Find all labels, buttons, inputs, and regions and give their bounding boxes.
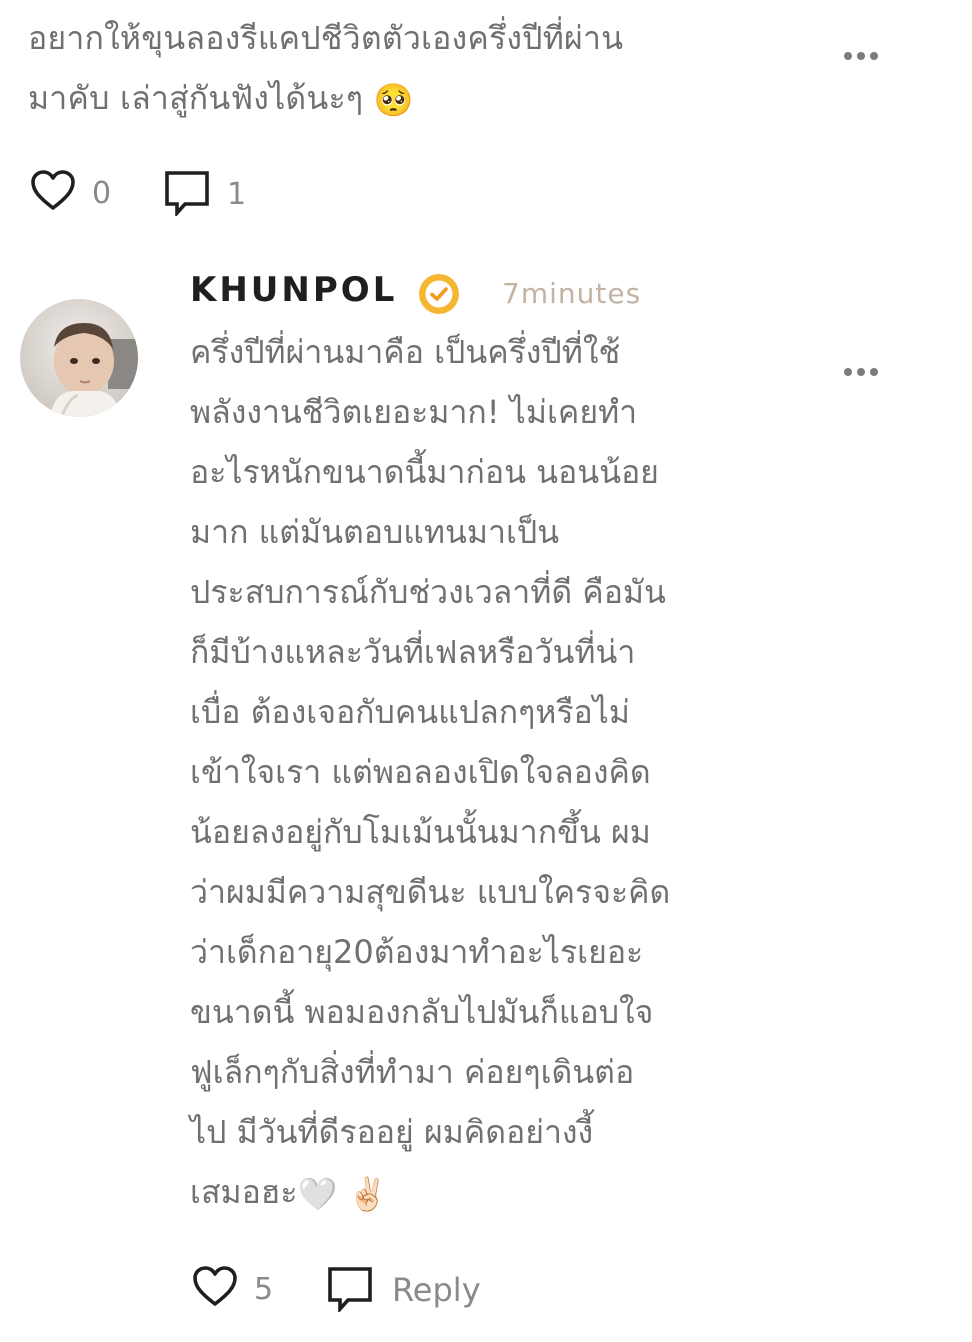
like-count: 0 bbox=[92, 175, 112, 211]
previous-comment: อยากให้ขุนลองรีแคปชีวิตตัวเองครึ่งปีที่ผ… bbox=[28, 8, 748, 130]
reply-button[interactable]: Reply bbox=[326, 1264, 481, 1316]
like-count: 5 bbox=[254, 1271, 274, 1307]
reply-line: ว่าผมมีความสุขดีนะ แบบใครจะคิด bbox=[190, 873, 671, 911]
heart-icon bbox=[192, 1264, 238, 1314]
comment-icon bbox=[163, 168, 211, 220]
more-options-button[interactable] bbox=[842, 49, 882, 63]
reply-line: น้อยลงอยู่กับโมเม้นนั้นมากขึ้น ผม bbox=[190, 813, 651, 851]
timestamp: 7minutes bbox=[502, 277, 642, 310]
reply-line: ก็มีบ้างแหละวันที่เฟลหรือวันที่น่า bbox=[190, 633, 636, 671]
reply-count: 1 bbox=[227, 176, 247, 212]
previous-comment-text: อยากให้ขุนลองรีแคปชีวิตตัวเองครึ่งปีที่ผ… bbox=[28, 8, 748, 130]
pleading-face-emoji: 🥺 bbox=[373, 81, 414, 119]
more-options-button[interactable] bbox=[842, 365, 882, 379]
heart-victory-emoji: 🤍 ✌🏻 bbox=[297, 1175, 388, 1213]
reply-line: พลังงานชีวิตเยอะมาก! ไม่เคยทำ bbox=[190, 393, 638, 431]
previous-comment-line: อยากให้ขุนลองรีแคปชีวิตตัวเองครึ่งปีที่ผ… bbox=[28, 19, 624, 57]
reply-line: เสมอฮะ🤍 ✌🏻 bbox=[190, 1162, 750, 1224]
reply-line: เบื่อ ต้องเจอกับคนแปลกๆหรือไม่ bbox=[190, 693, 630, 731]
username[interactable]: KHUNPOL bbox=[190, 270, 397, 310]
reply-line: เข้าใจเรา แต่พอลองเปิดใจลองคิด bbox=[190, 753, 651, 791]
reply-line: อะไรหนักขนาดนี้มาก่อน นอนน้อย bbox=[190, 453, 659, 491]
previous-comment-line: มาคับ เล่าสู่กันฟังได้นะๆ 🥺 bbox=[28, 68, 748, 130]
comment-button[interactable]: 1 bbox=[163, 168, 246, 220]
reply-line: ว่าเด็กอายุ20ต้องมาทำอะไรเยอะ bbox=[190, 933, 644, 971]
comment-icon bbox=[326, 1264, 374, 1316]
reply-text: ครึ่งปีที่ผ่านมาคือ เป็นครึ่งปีที่ใช้ พล… bbox=[190, 322, 750, 1224]
reply-label: Reply bbox=[392, 1271, 481, 1309]
avatar[interactable] bbox=[20, 299, 138, 417]
reply-line: ครึ่งปีที่ผ่านมาคือ เป็นครึ่งปีที่ใช้ bbox=[190, 333, 621, 371]
reply-line: ประสบการณ์กับช่วงเวลาที่ดี คือมัน bbox=[190, 573, 666, 611]
reply-line: มาก แต่มันตอบแทนมาเป็น bbox=[190, 513, 560, 551]
verified-badge-icon bbox=[418, 273, 460, 315]
like-button[interactable]: 0 bbox=[30, 168, 111, 218]
reply-line: ขนาดนี้ พอมองกลับไปมันก็แอบใจ bbox=[190, 993, 654, 1031]
like-button[interactable]: 5 bbox=[192, 1264, 273, 1314]
reply-line: ฟูเล็กๆกับสิ่งที่ทำมา ค่อยๆเดินต่อ bbox=[190, 1053, 635, 1091]
heart-icon bbox=[30, 168, 76, 218]
reply-line: ไป มีวันที่ดีรออยู่ ผมคิดอย่างงี้ bbox=[190, 1113, 594, 1151]
